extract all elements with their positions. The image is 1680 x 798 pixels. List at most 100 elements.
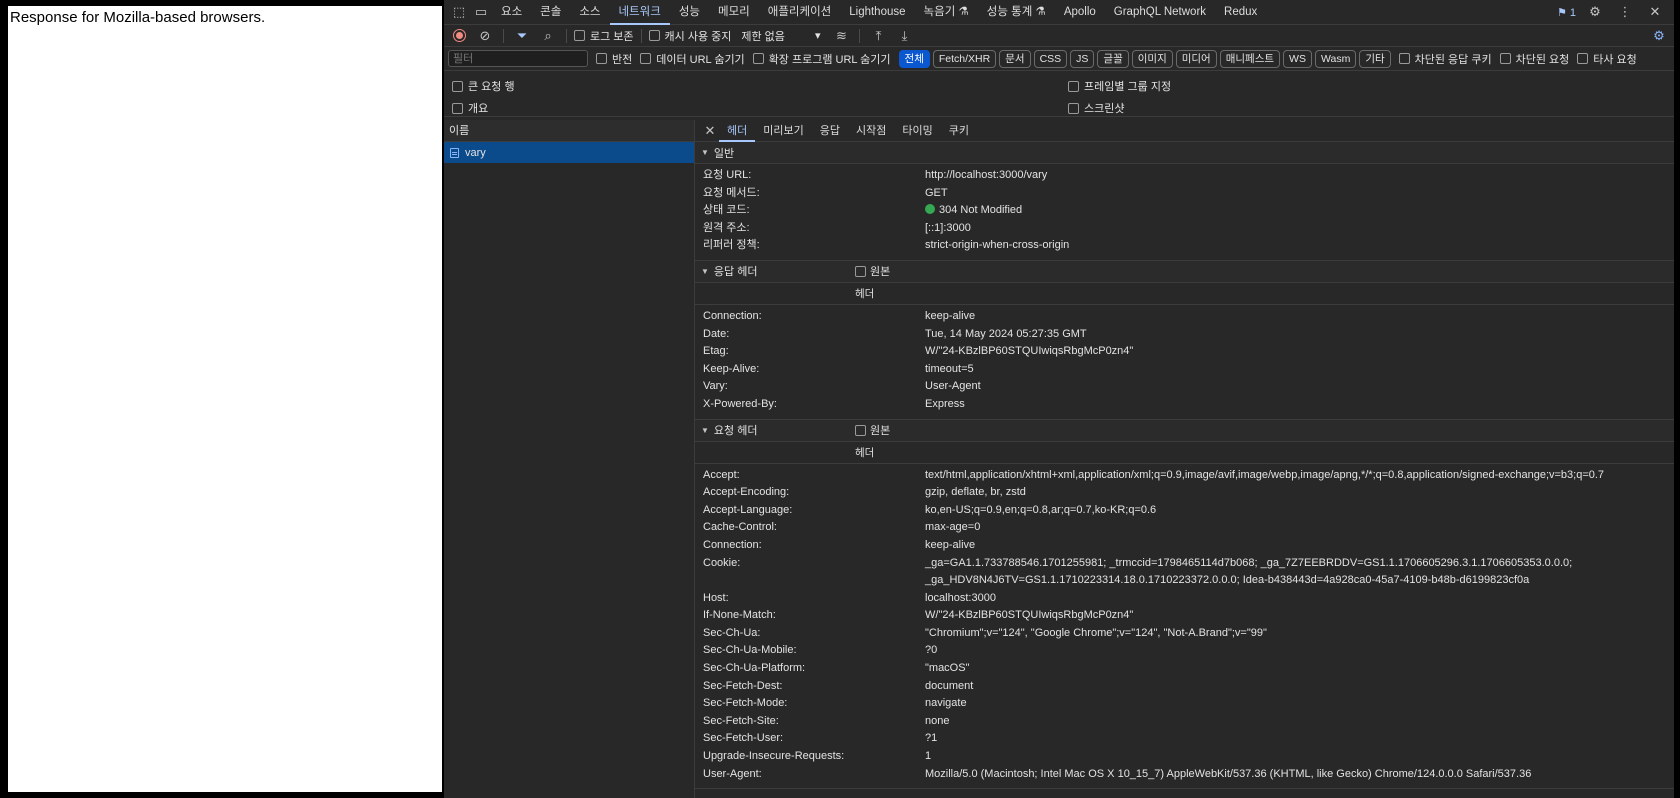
response-headers-section-header[interactable]: ▼ 응답 헤더 원본	[695, 260, 1674, 283]
header-name: Sec-Ch-Ua-Platform:	[703, 662, 806, 675]
header-row: Sec-Ch-Ua-Platform: "macOS"	[695, 660, 1674, 678]
detail-tabs: ✕ 헤더 미리보기 응답 시작점 타이밍 쿠키	[695, 120, 1674, 142]
export-har-icon[interactable]: ⤓	[893, 26, 915, 46]
page-viewport: Response for Mozilla-based browsers.	[8, 6, 442, 792]
network-settings-gear-icon[interactable]: ⚙	[1648, 26, 1670, 46]
invert-checkbox[interactable]: 반전	[596, 51, 632, 67]
issues-badge[interactable]: ⚑ 1	[1557, 6, 1576, 19]
record-icon	[452, 29, 466, 42]
type-filter-chip[interactable]: Wasm	[1314, 49, 1357, 68]
clear-button[interactable]: ⊘	[474, 26, 496, 46]
type-filter-chip[interactable]: Fetch/XHR	[932, 49, 997, 68]
header-row: Upgrade-Insecure-Requests: 1	[695, 748, 1674, 766]
header-value: "Chromium";v="124", "Google Chrome";v="1…	[925, 625, 1267, 643]
devtools-tab[interactable]: 네트워크	[609, 0, 670, 25]
detail-tab[interactable]: 헤더	[719, 120, 756, 142]
blocked-response-cookies-checkbox[interactable]: 차단된 응답 쿠키	[1398, 51, 1492, 67]
request-row[interactable]: vary	[444, 142, 694, 163]
devtools-tab[interactable]: 메모리	[709, 0, 759, 25]
devtools-tab[interactable]: 성능 통계 ⚗	[978, 0, 1055, 25]
header-name: Date:	[703, 327, 730, 340]
more-options-icon[interactable]: ⋮	[1614, 2, 1636, 22]
header-value-text: W/"24-KBzlBP60STQUIwiqsRbgMcP0zn4"	[925, 609, 1134, 622]
type-filter-chip[interactable]: 이미지	[1131, 49, 1173, 68]
type-filter-chip[interactable]: 미디어	[1175, 49, 1217, 68]
header-name: Etag:	[703, 345, 729, 358]
devtools-tab[interactable]: 애플리케이션	[759, 0, 840, 25]
overview-checkbox[interactable]: 개요	[452, 100, 488, 116]
header-value-text: strict-origin-when-cross-origin	[925, 239, 1070, 252]
network-toolbar: ⊘ ⏷ ⌕ 로그 보존 캐시 사용 중지 제한 없음 ▾ ≋ ⤒ ⤓ ⚙	[444, 25, 1674, 47]
close-detail-icon[interactable]: ✕	[701, 123, 719, 139]
filter-input[interactable]	[448, 50, 588, 67]
header-value: keep-alive	[925, 308, 975, 326]
devtools-tab[interactable]: 요소	[492, 0, 531, 25]
request-headers-section-header[interactable]: ▼ 요청 헤더 원본	[695, 419, 1674, 442]
hide-extension-urls-checkbox[interactable]: 확장 프로그램 URL 숨기기	[752, 51, 891, 67]
device-toolbar-icon[interactable]: ▭	[470, 2, 492, 22]
screenshots-checkbox[interactable]: 스크린샷	[1068, 100, 1124, 116]
header-value: localhost:3000	[925, 590, 996, 608]
type-filter-chip[interactable]: 기타	[1359, 49, 1391, 68]
header-row: Sec-Fetch-Site: none	[695, 713, 1674, 731]
filter-bar: 반전 데이터 URL 숨기기 확장 프로그램 URL 숨기기 전체Fetch/X…	[444, 47, 1674, 71]
devtools-tab[interactable]: GraphQL Network	[1105, 0, 1215, 25]
header-name: Keep-Alive:	[703, 362, 760, 375]
general-section: 요청 URL: http://localhost:3000/vary 요청 메서드:…	[695, 164, 1674, 261]
type-filter-chip[interactable]: JS	[1070, 49, 1095, 68]
filter-icon[interactable]: ⏷	[511, 26, 533, 46]
detail-tab[interactable]: 응답	[812, 120, 848, 142]
type-filter-chip[interactable]: 글꼴	[1097, 49, 1129, 68]
general-section-header[interactable]: ▼ 일반	[695, 142, 1674, 164]
header-name: Sec-Fetch-User:	[703, 732, 784, 745]
type-filter-chip[interactable]: CSS	[1033, 49, 1068, 68]
detail-tab[interactable]: 쿠키	[941, 120, 977, 142]
type-filter-chip[interactable]: 문서	[999, 49, 1031, 68]
hide-data-urls-checkbox[interactable]: 데이터 URL 숨기기	[640, 51, 745, 67]
record-button[interactable]	[448, 26, 470, 46]
header-name: X-Powered-By:	[703, 397, 777, 410]
header-row: 리퍼러 정책: strict-origin-when-cross-origin	[695, 237, 1674, 255]
gear-icon[interactable]: ⚙	[1584, 2, 1606, 22]
close-icon[interactable]: ✕	[1644, 2, 1666, 22]
header-value-text: Mozilla/5.0 (Macintosh; Intel Mac OS X 1…	[925, 767, 1532, 780]
header-value-text: navigate	[925, 697, 967, 710]
header-row: 요청 URL: http://localhost:3000/vary	[695, 167, 1674, 185]
blocked-requests-checkbox[interactable]: 차단된 요청	[1499, 51, 1569, 67]
inspect-element-icon[interactable]: ⬚	[448, 2, 470, 22]
detail-tab[interactable]: 시작점	[848, 120, 894, 142]
response-raw-checkbox[interactable]: 원본	[855, 263, 890, 279]
devtools-tab[interactable]: Lighthouse	[840, 0, 914, 25]
big-request-rows-checkbox[interactable]: 큰 요청 행	[452, 78, 515, 94]
throttle-select[interactable]: 제한 없음 ▾	[735, 28, 826, 44]
detail-tab[interactable]: 미리보기	[755, 120, 811, 142]
devtools-tab[interactable]: Redux	[1215, 0, 1266, 25]
import-har-icon[interactable]: ⤒	[867, 26, 889, 46]
header-name: 상태 코드:	[703, 204, 750, 217]
devtools-tab[interactable]: 콘솔	[531, 0, 570, 25]
header-name: Upgrade-Insecure-Requests:	[703, 750, 845, 763]
search-icon[interactable]: ⌕	[537, 26, 559, 46]
preserve-log-checkbox[interactable]: 로그 보존	[574, 28, 634, 44]
devtools-tab[interactable]: 녹음기 ⚗	[915, 0, 978, 25]
type-filter-chip[interactable]: 전체	[898, 49, 930, 68]
request-raw-checkbox[interactable]: 원본	[855, 422, 890, 438]
devtools-tab[interactable]: 성능	[670, 0, 709, 25]
network-conditions-icon[interactable]: ≋	[830, 26, 852, 46]
name-column-header[interactable]: 이름	[444, 120, 694, 142]
group-by-frame-checkbox[interactable]: 프레임별 그룹 지정	[1068, 78, 1171, 94]
header-value: navigate	[925, 695, 967, 713]
devtools-tab[interactable]: Apollo	[1055, 0, 1105, 25]
header-row: Host: localhost:3000	[695, 590, 1674, 608]
detail-tab[interactable]: 타이밍	[894, 120, 940, 142]
devtools-tab[interactable]: 소스	[570, 0, 609, 25]
header-value: W/"24-KBzlBP60STQUIwiqsRbgMcP0zn4"	[925, 607, 1133, 625]
header-name: 원격 주소:	[703, 221, 750, 234]
devtools-tabbar: ⬚ ▭ 요소 콘솔 소스 네트워크 성능 메모리 애플리케이션 Lighthouse 녹음기 ⚗…	[444, 0, 1674, 25]
header-name: Sec-Fetch-Mode:	[703, 697, 788, 710]
type-filter-chip[interactable]: WS	[1283, 49, 1312, 68]
disable-cache-checkbox[interactable]: 캐시 사용 중지	[648, 28, 731, 44]
header-value-text: max-age=0	[925, 521, 981, 534]
type-filter-chip[interactable]: 매니페스트	[1219, 49, 1281, 68]
third-party-requests-checkbox[interactable]: 타사 요청	[1577, 51, 1637, 67]
